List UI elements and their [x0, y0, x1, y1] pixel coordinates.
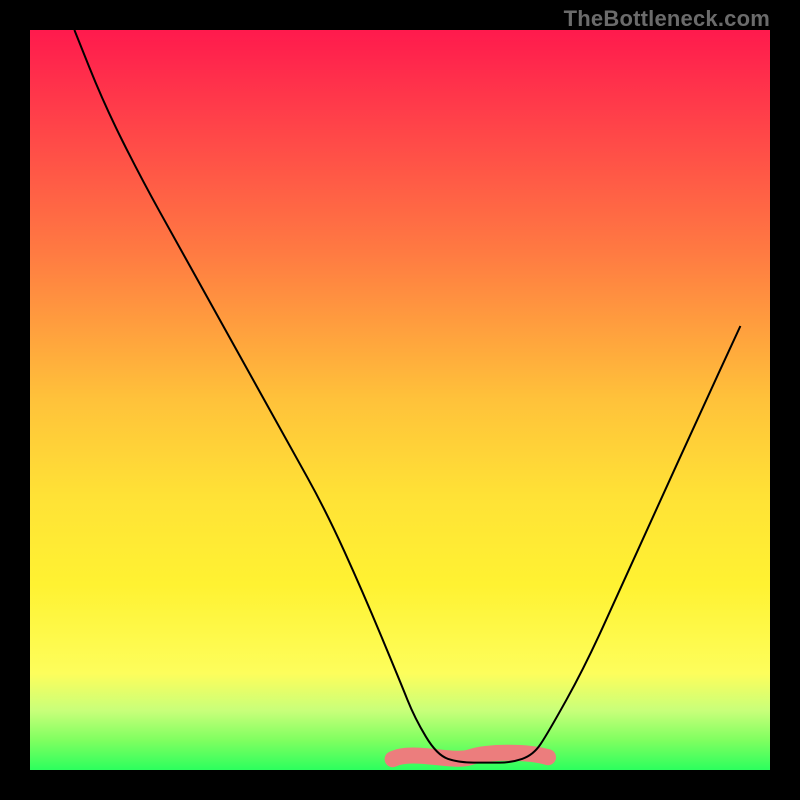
bottleneck-curve — [74, 30, 740, 763]
watermark-text: TheBottleneck.com — [564, 6, 770, 32]
chart-frame: TheBottleneck.com — [0, 0, 800, 800]
plot-area — [30, 30, 770, 770]
curve-layer — [30, 30, 770, 770]
